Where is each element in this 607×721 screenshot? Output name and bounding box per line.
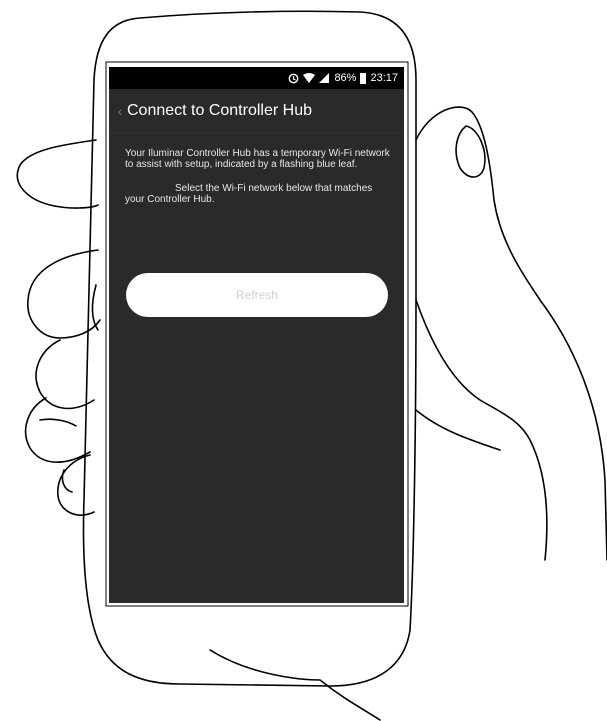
refresh-button[interactable]: Refresh xyxy=(126,273,388,317)
battery-percent: 86% xyxy=(334,72,357,84)
stage: 86% 23:17 ‹ Connect to Controller Hub Yo… xyxy=(0,0,607,721)
chevron-left-icon[interactable]: ‹ xyxy=(113,103,127,119)
clock: 23:17 xyxy=(370,72,398,84)
instructions: Your Iluminar Controller Hub has a tempo… xyxy=(125,148,391,205)
sync-icon xyxy=(288,73,299,84)
signal-icon xyxy=(319,73,330,83)
select-network-text: Select the Wi-Fi network below that matc… xyxy=(125,183,373,205)
battery-icon xyxy=(360,72,367,84)
app-bar: ‹ Connect to Controller Hub xyxy=(109,89,404,133)
phone-screen: 86% 23:17 ‹ Connect to Controller Hub Yo… xyxy=(109,67,404,603)
page-title: Connect to Controller Hub xyxy=(127,101,312,119)
status-bar: 86% 23:17 xyxy=(109,67,404,89)
intro-text: Your Iluminar Controller Hub has a tempo… xyxy=(125,148,390,170)
wifi-icon xyxy=(303,73,316,83)
